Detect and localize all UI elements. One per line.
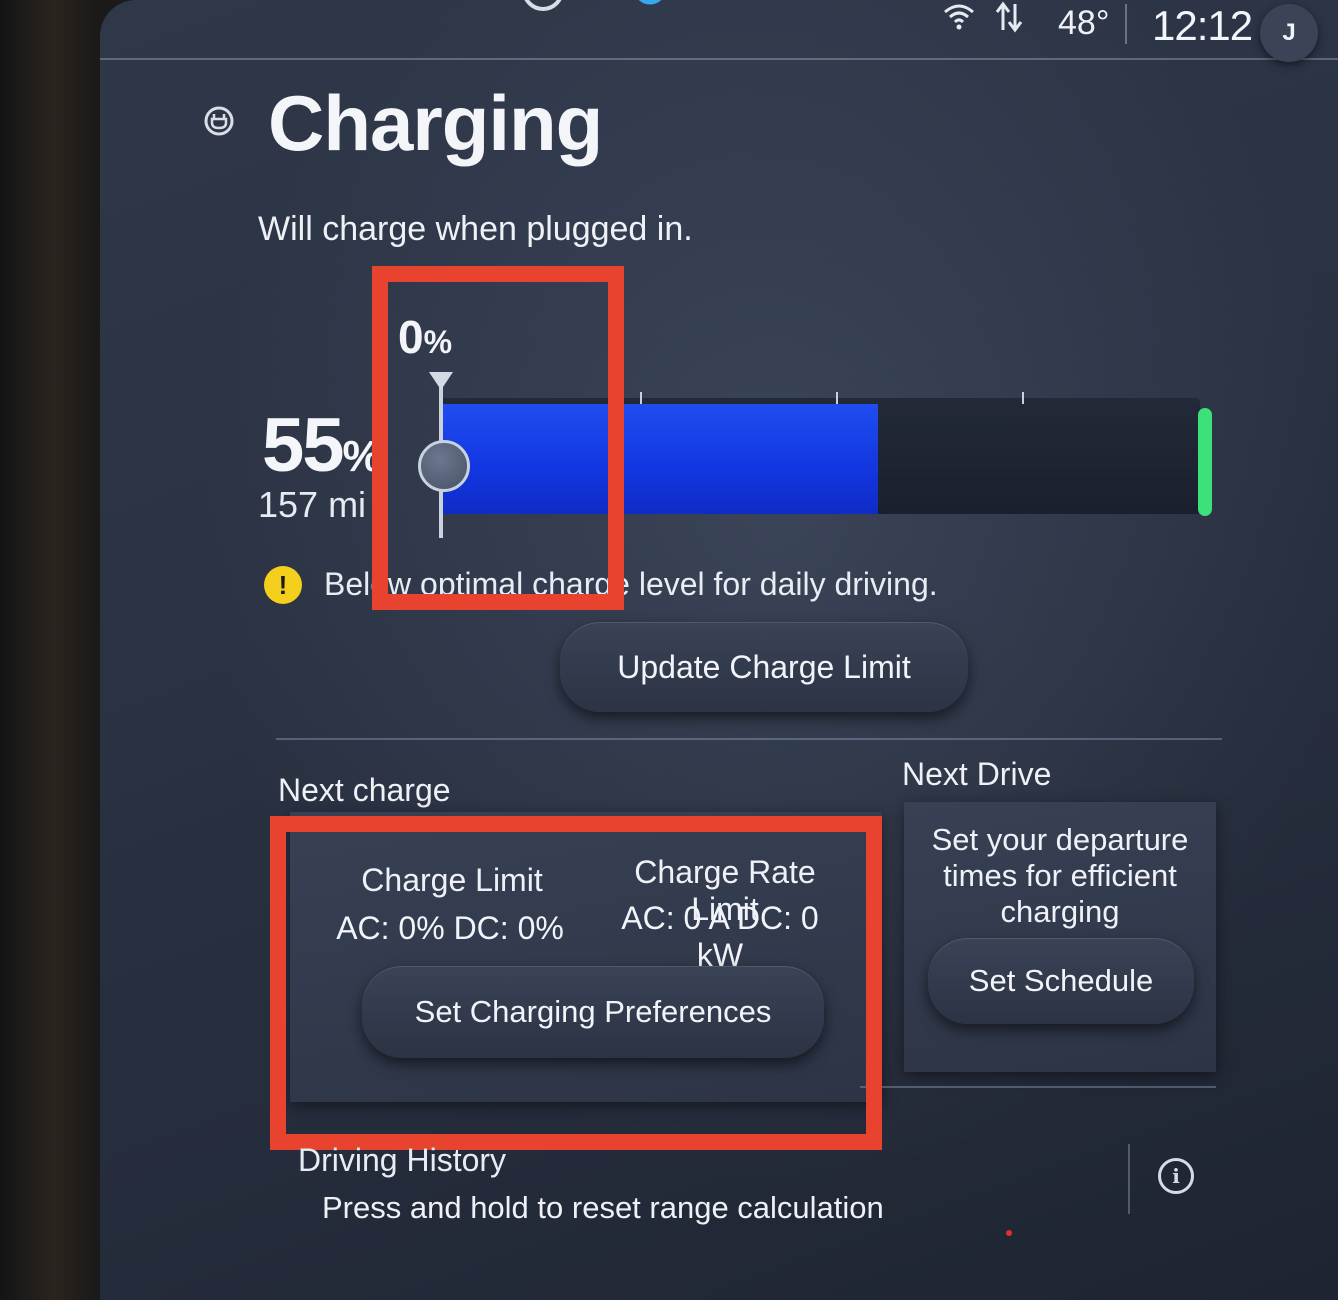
reset-range-instruction[interactable]: Press and hold to reset range calculatio… (322, 1190, 884, 1226)
bar-tick (836, 392, 838, 404)
highlight-box-charge-limit (372, 266, 624, 610)
estimated-range: 157 mi (258, 484, 367, 525)
profile-avatar-button[interactable]: J (1260, 4, 1318, 62)
next-charge-label: Next charge (278, 772, 451, 808)
assistant-icon[interactable] (630, 0, 670, 22)
state-of-charge: 55% (262, 402, 382, 489)
status-separator (1125, 4, 1127, 44)
outside-temperature: 48° (1058, 4, 1110, 42)
next-drive-label: Next Drive (902, 756, 1052, 792)
clock: 12:12 (1152, 2, 1253, 49)
info-separator (1128, 1144, 1130, 1214)
bar-tick (640, 392, 642, 404)
driving-history-label: Driving History (298, 1142, 507, 1178)
wifi-icon (944, 4, 974, 30)
section-divider (860, 1086, 1216, 1088)
bar-tick (1022, 392, 1024, 404)
charging-plug-icon (204, 106, 234, 136)
status-bar: 48° 12:12 J (100, 0, 1338, 62)
highlight-box-next-charge (270, 816, 882, 1150)
set-schedule-button[interactable]: Set Schedule (928, 938, 1194, 1024)
refresh-icon[interactable] (518, 0, 568, 22)
charging-status-message: Will charge when plugged in. (258, 210, 693, 248)
update-charge-limit-button[interactable]: Update Charge Limit (560, 622, 968, 712)
state-of-charge-value: 55 (262, 403, 345, 488)
next-drive-description: Set your departure times for efficient c… (931, 822, 1189, 929)
warning-icon: ! (264, 566, 302, 604)
data-transfer-icon (995, 1, 1023, 33)
full-charge-marker (1198, 408, 1212, 516)
charging-screen: 48° 12:12 J Charging Will charge when pl… (100, 0, 1338, 1300)
section-divider (276, 738, 1222, 740)
red-dot (1006, 1230, 1012, 1236)
page-title: Charging (268, 79, 603, 167)
info-icon[interactable]: i (1158, 1158, 1194, 1194)
